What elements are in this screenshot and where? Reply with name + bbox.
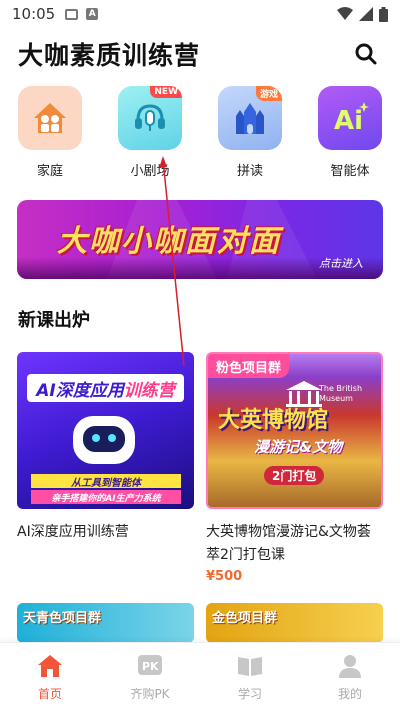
category-label: 家庭: [36, 164, 63, 179]
course-thumbnail[interactable]: 粉色项目群 The British Museum 大英博物馆 漫游记&文物 2门…: [206, 352, 383, 509]
category-agent[interactable]: Ai 智能体: [316, 86, 384, 186]
course-thumbnail[interactable]: 天青色项目群: [17, 603, 194, 643]
course-title[interactable]: 大英博物馆漫游记&文物荟萃2门打包课: [206, 521, 383, 567]
signal-icon: [359, 7, 373, 21]
nav-pk[interactable]: PK 齐购PK: [100, 643, 200, 710]
new-badge: NEW: [150, 86, 182, 98]
user-icon: [337, 653, 363, 679]
course-card[interactable]: 粉色项目群 The British Museum 大英博物馆 漫游记&文物 2门…: [206, 352, 383, 584]
category-family[interactable]: 家庭: [16, 86, 84, 186]
thumb-heading-highlight: 训练营: [123, 380, 175, 401]
category-theater[interactable]: NEW 小剧场: [116, 86, 184, 186]
course-card[interactable]: AI深度应用 训练营 从工具到智能体 亲手搭建你的AI生产力系统 AI深度应用训练…: [17, 352, 194, 544]
banner-title: 大咖小咖面对面: [57, 224, 281, 259]
pk-icon: PK: [137, 653, 163, 679]
thumb-strip: 从工具到智能体: [31, 474, 181, 489]
book-icon: [237, 653, 263, 679]
category-phonics[interactable]: 游戏 拼读: [216, 86, 284, 186]
project-group-tag: 金色项目群: [212, 611, 278, 626]
search-button[interactable]: [350, 38, 382, 70]
castle-icon: 游戏: [218, 86, 282, 150]
nav-profile[interactable]: 我的: [300, 643, 400, 710]
thumb-heading: AI深度应用 训练营: [27, 374, 184, 402]
course-card[interactable]: 金色项目群: [206, 603, 383, 643]
category-grid: 家庭 NEW 小剧场 游戏 拼读 Ai 智能体: [0, 86, 400, 186]
nav-study[interactable]: 学习: [200, 643, 300, 710]
course-price: ¥500: [206, 569, 243, 584]
course-thumbnail[interactable]: 金色项目群: [206, 603, 383, 643]
status-time: 10:05: [12, 5, 56, 23]
banner-cta[interactable]: 点击进入: [319, 255, 363, 271]
svg-text:PK: PK: [142, 660, 159, 673]
project-group-tag: 粉色项目群: [208, 354, 290, 378]
wifi-icon: [337, 7, 353, 20]
gallery-notification-icon: [65, 8, 79, 20]
nav-label: 首页: [37, 687, 62, 701]
thumb-english-title: The British Museum: [319, 384, 363, 403]
course-card[interactable]: 天青色项目群: [17, 603, 194, 643]
thumb-heading: 大英博物馆: [218, 408, 329, 433]
game-badge: 游戏: [255, 86, 282, 101]
search-icon: [355, 43, 377, 65]
project-group-tag: 天青色项目群: [23, 611, 102, 626]
nav-label: 学习: [237, 687, 262, 701]
app-header: 大咖素质训练营: [0, 28, 400, 80]
family-house-icon: [18, 86, 82, 150]
category-label: 智能体: [330, 164, 370, 179]
nav-home[interactable]: 首页: [0, 643, 100, 710]
course-thumbnail[interactable]: AI深度应用 训练营 从工具到智能体 亲手搭建你的AI生产力系统: [17, 352, 194, 509]
page-title: 大咖素质训练营: [18, 41, 201, 70]
thumb-heading-main: AI深度应用: [36, 380, 124, 401]
app-notification-icon: A: [86, 8, 99, 20]
bottom-nav: 首页 PK 齐购PK 学习 我的: [0, 642, 400, 710]
nav-label: 我的: [337, 687, 362, 701]
course-title[interactable]: AI深度应用训练营: [17, 521, 194, 544]
headset-mic-icon: NEW: [118, 86, 182, 150]
status-bar: 10:05 A: [0, 0, 400, 28]
thumb-pack-label: 2门打包: [264, 466, 325, 485]
robot-icon: [73, 416, 135, 464]
category-label: 拼读: [236, 164, 263, 179]
nav-label: 齐购PK: [130, 687, 170, 701]
svg-text:Ai: Ai: [334, 106, 363, 136]
battery-icon: [379, 6, 388, 22]
promo-banner[interactable]: 大咖小咖面对面 点击进入: [17, 200, 383, 279]
category-label: 小剧场: [130, 164, 170, 179]
home-icon: [37, 653, 63, 679]
ai-icon: Ai: [318, 86, 382, 150]
thumb-subheading: 漫游记&文物: [254, 438, 343, 456]
thumb-strip: 亲手搭建你的AI生产力系统: [31, 490, 181, 504]
section-title: 新课出炉: [18, 310, 90, 331]
